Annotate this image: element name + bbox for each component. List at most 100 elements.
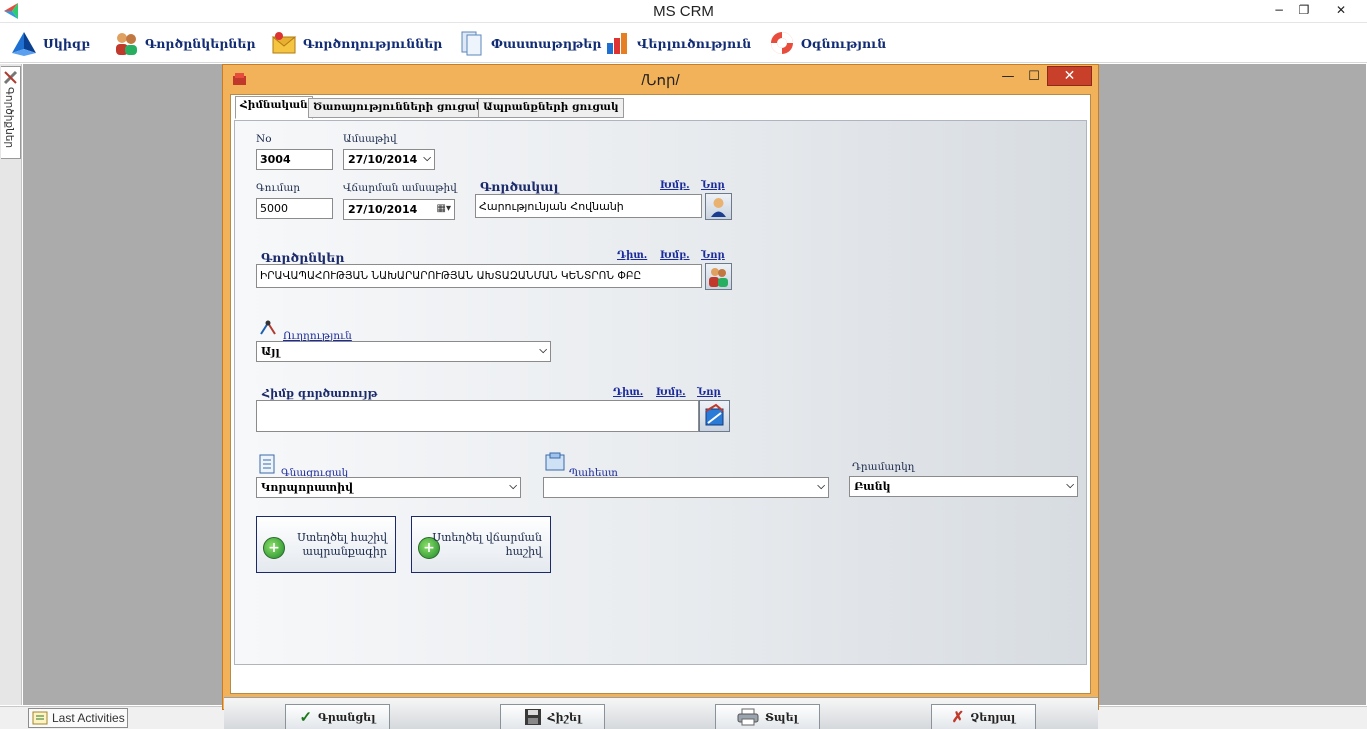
actions-icon (271, 32, 297, 54)
close-button[interactable]: ✕ (1326, 0, 1356, 20)
menu-item-label: Գործողություններ (303, 35, 443, 51)
confirm-label: Գրանցել (318, 710, 376, 724)
doc-maximize-button[interactable]: ☐ (1020, 67, 1048, 87)
cancel-label: Չեղյալ (970, 710, 1016, 724)
amount-input[interactable]: 5000 (256, 198, 333, 219)
basis-edit-link[interactable]: Խմբ. (656, 387, 686, 398)
pricelist-icon (259, 454, 275, 474)
partners-picker-button[interactable] (705, 263, 732, 290)
menu-item-label: Օգնություն (801, 35, 887, 51)
agent-input[interactable]: Հարությունյան Հովնանի (475, 194, 702, 218)
pay-date-label: Վճարման ամսաթիվ (343, 182, 457, 194)
basis-view-link[interactable]: Դիտ. (613, 387, 643, 398)
basis-label: Հիմք գործառույթ (262, 387, 378, 400)
menu-item-home[interactable]: Սկիզբ (10, 25, 90, 61)
doc-minimize-button[interactable]: — (994, 67, 1022, 87)
restore-button[interactable]: ❐ (1289, 0, 1319, 20)
date-label: Ամսաթիվ (343, 133, 397, 145)
cancel-x-icon: ✗ (951, 708, 965, 726)
pay-date-picker[interactable]: 27/10/2014 ▦▾ (343, 199, 455, 220)
last-activities-tab[interactable]: Last Activities (28, 708, 128, 728)
tools-side-tab[interactable]: Գործիքներ (1, 66, 21, 159)
cancel-button[interactable]: ✗ Չեղյալ (931, 704, 1036, 729)
create-invoice-label: Ստեղծել հաշիվ ապրանքագիր (297, 531, 387, 558)
tools-icon (3, 70, 18, 85)
agent-label: Գործակալ (480, 179, 559, 194)
print-label: Տպել (765, 710, 798, 724)
chevron-down-icon: ⌵ (509, 481, 517, 492)
partners-icon (116, 33, 137, 55)
tab-services-list[interactable]: Ծառայությունների ցուցակ (308, 98, 489, 118)
analysis-icon (607, 33, 627, 54)
menu-item-label: Գործընկերներ (145, 35, 256, 51)
menu-item-documents[interactable]: Փաստաթղթեր (458, 25, 601, 61)
pricelist-value: Կորպորատիվ (261, 481, 354, 494)
direction-select[interactable]: Այլ ⌵ (256, 341, 551, 362)
checkmark-icon: ✓ (299, 708, 313, 726)
payment-select[interactable]: Բանկ ⌵ (849, 476, 1078, 497)
no-label: No (256, 133, 272, 145)
partners-picker-icon (709, 268, 728, 287)
doc-close-button[interactable]: ✕ (1047, 66, 1092, 86)
add-icon: + (263, 537, 285, 559)
app-titlebar: MS CRM − ❐ ✕ (0, 0, 1367, 23)
no-input[interactable]: 3004 (256, 149, 333, 170)
printer-icon (737, 708, 759, 726)
print-button[interactable]: Տպել (715, 704, 820, 729)
tools-strip (0, 64, 22, 705)
create-payment-invoice-button[interactable]: + Ստեղծել վճարման հաշիվ (411, 516, 551, 573)
payment-label: Դրամարկղ (852, 461, 915, 473)
amount-label: Գումար (256, 182, 301, 194)
date-value: 27/10/2014 (348, 153, 418, 166)
chevron-down-icon: ⌵ (1066, 480, 1074, 491)
help-lifebuoy-icon (771, 32, 793, 54)
menu-item-analysis[interactable]: Վերլուծություն (604, 25, 751, 61)
partners-edit-link[interactable]: Խմբ. (660, 250, 690, 261)
basis-picker-button[interactable] (699, 400, 730, 432)
agent-picker-button[interactable] (705, 193, 732, 220)
calendar-icon: ▦▾ (436, 203, 451, 214)
direction-icon (260, 320, 276, 335)
user-icon (711, 198, 726, 217)
warehouse-select[interactable]: ⌵ (543, 477, 829, 498)
menu-item-help[interactable]: Օգնություն (768, 25, 886, 61)
tab-main[interactable]: Հիմնական (235, 96, 313, 119)
partners-input[interactable]: ԻՐԱՎԱՊԱՀՈՒԹՅԱՆ ՆԱԽԱՐԱՐՈՒԹՅԱՆ ԱԽՏԱԶԱՆՄԱՆ … (256, 264, 702, 288)
last-activities-label: Last Activities (52, 711, 125, 725)
agent-edit-link[interactable]: Խմբ. (660, 180, 690, 191)
pricelist-select[interactable]: Կորպորատիվ ⌵ (256, 477, 521, 498)
date-picker[interactable]: 27/10/2014 ⌵ (343, 149, 435, 170)
create-payment-invoice-label: Ստեղծել վճարման հաշիվ (432, 531, 542, 558)
last-activities-icon (32, 711, 48, 725)
home-pyramid-icon (12, 32, 36, 56)
save-label: Հիշել (547, 710, 582, 724)
document-title: /Նոր/ (641, 72, 680, 89)
chevron-down-icon: ⌵ (817, 481, 825, 492)
save-button[interactable]: Հիշել (500, 704, 605, 729)
save-disk-icon (524, 709, 541, 725)
partners-view-link[interactable]: Դիտ. (617, 250, 647, 261)
create-invoice-button[interactable]: + Ստեղծել հաշիվ ապրանքագիր (256, 516, 396, 573)
partners-new-link[interactable]: Նոր (701, 250, 725, 261)
pay-date-value: 27/10/2014 (348, 203, 418, 216)
menu-item-actions[interactable]: Գործողություններ (270, 25, 442, 61)
agent-new-link[interactable]: Նոր (701, 180, 725, 191)
menu-item-label: Սկիզբ (43, 35, 90, 51)
warehouse-icon (545, 452, 565, 471)
main-form-panel: No 3004 Ամսաթիվ 27/10/2014 ⌵ Գումար 5000 … (234, 120, 1087, 665)
chevron-down-icon: ⌵ (539, 345, 547, 356)
partners-label: Գործընկեր (261, 250, 345, 265)
tab-products-list[interactable]: Ապրանքների ցուցակ (478, 98, 624, 118)
basis-new-link[interactable]: Նոր (697, 387, 721, 398)
menu-item-label: Փաստաթղթեր (491, 35, 602, 51)
confirm-button[interactable]: ✓ Գրանցել (285, 704, 390, 729)
document-client-area: Հիմնական Ծառայությունների ցուցակ Ապրանքն… (230, 94, 1091, 694)
menu-item-partners[interactable]: Գործընկերներ (112, 25, 256, 61)
document-window: /Նոր/ — ☐ ✕ Հիմնական Ծառայությունների ցո… (222, 64, 1099, 729)
tools-tab-label: Գործիքներ (3, 87, 15, 149)
documents-icon (461, 31, 482, 56)
chevron-down-icon: ⌵ (423, 153, 431, 164)
basis-input[interactable] (256, 400, 699, 432)
main-menu: Սկիզբ Գործընկերներ Գործողություններ Փաստ… (0, 23, 1367, 63)
app-title: MS CRM (653, 3, 714, 20)
